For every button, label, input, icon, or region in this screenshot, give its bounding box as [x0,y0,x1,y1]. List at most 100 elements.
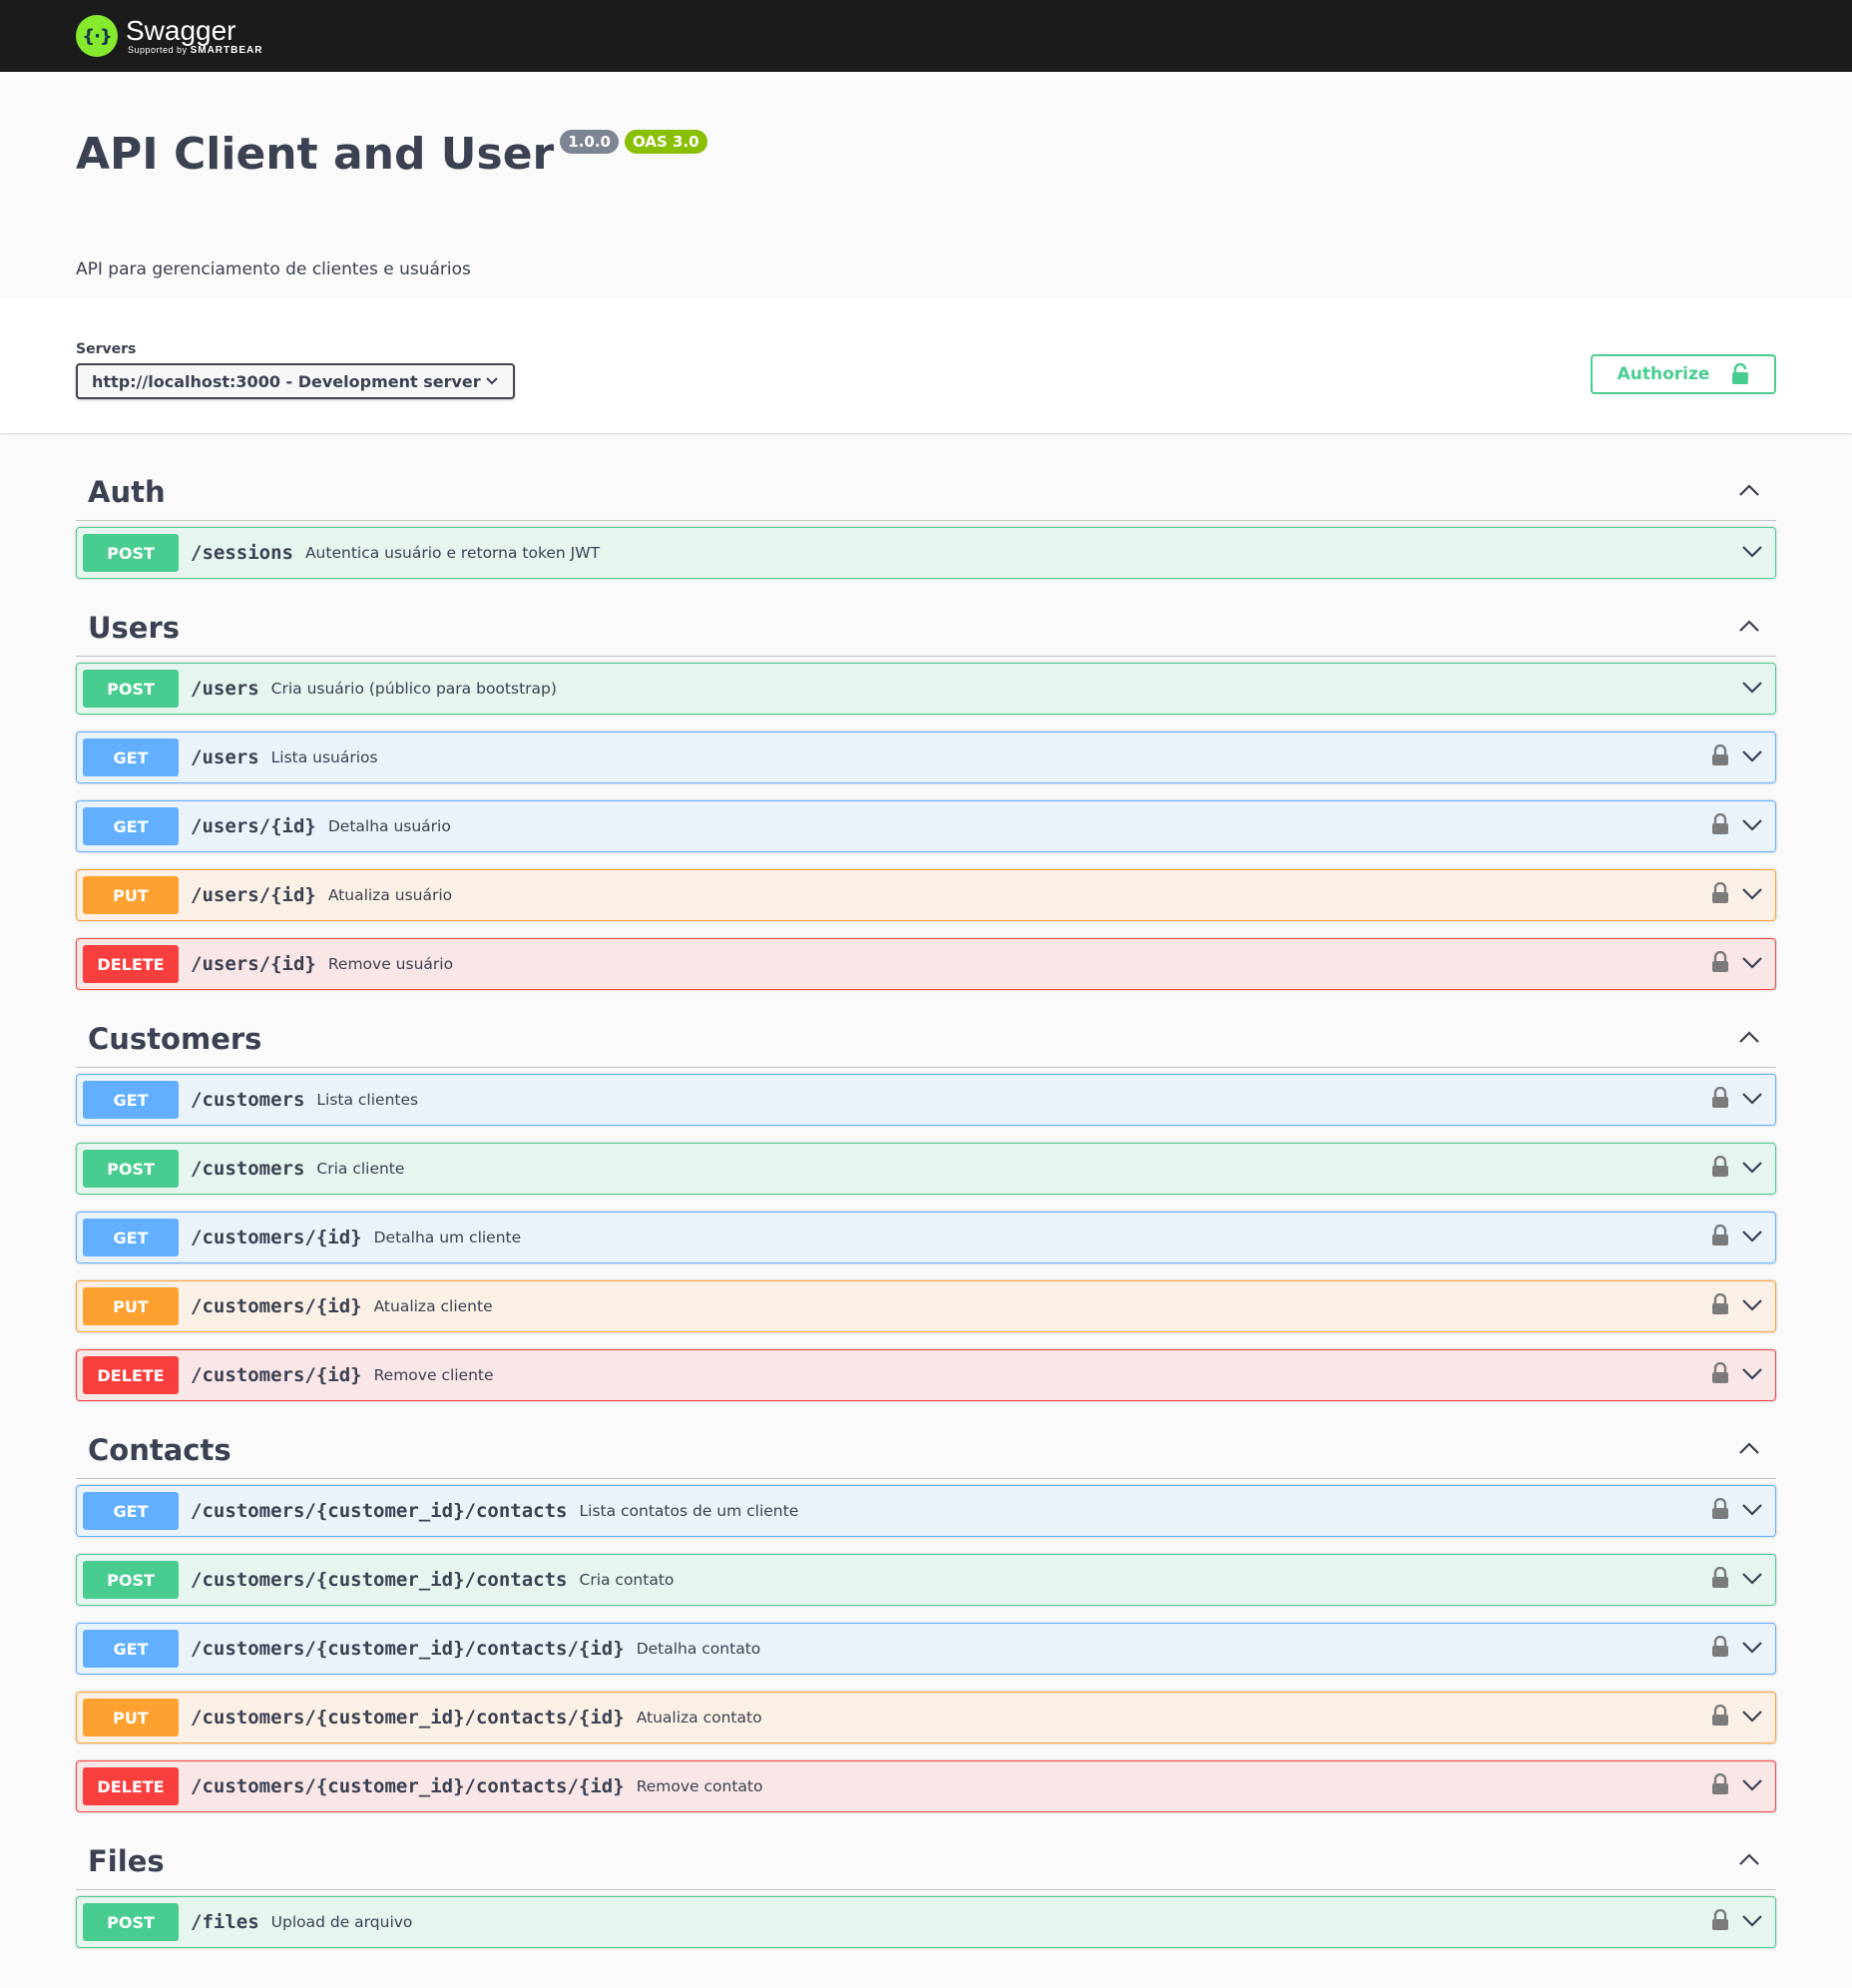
operation-row[interactable]: DELETE/customers/{id} Remove cliente [76,1349,1776,1401]
method-badge-post: POST [83,1561,179,1599]
method-badge-put: PUT [83,876,179,914]
chevron-down-icon[interactable] [1741,1640,1763,1659]
servers-selected-value: http://localhost:3000 - Development serv… [92,371,481,391]
operation-summary: Remove usuário [327,955,454,973]
tag-header-customers[interactable]: Customers [76,1010,1776,1068]
swagger-logo-link[interactable]: {·} Swagger Supported by SMARTBEAR [76,15,262,57]
method-badge-put: PUT [83,1287,179,1325]
operation-row[interactable]: GET/users/{id} Detalha usuário [76,800,1776,852]
operation-summary: Detalha um cliente [373,1229,522,1246]
chevron-down-icon[interactable] [1741,1709,1763,1728]
lock-icon[interactable] [1711,950,1729,977]
chevron-up-icon[interactable] [1738,1440,1760,1459]
chevron-up-icon[interactable] [1738,1851,1760,1870]
operation-path: /customers/{customer_id}/contacts [191,1500,568,1522]
operation-row[interactable]: GET/users Lista usuários [76,732,1776,783]
operation-row[interactable]: DELETE/users/{id} Remove usuário [76,938,1776,990]
operation-row[interactable]: GET/customers Lista clientes [76,1074,1776,1126]
operation-row[interactable]: GET/customers/{id} Detalha um cliente [76,1212,1776,1263]
method-badge-post: POST [83,1903,179,1941]
lock-icon[interactable] [1711,812,1729,839]
chevron-down-icon[interactable] [1741,1366,1763,1385]
operation-summary: Remove cliente [373,1366,494,1384]
chevron-down-icon[interactable] [1741,1229,1763,1247]
chevron-down-icon[interactable] [1741,817,1763,836]
lock-icon[interactable] [1711,1772,1729,1799]
operation-icons [1711,1772,1763,1799]
operation-path: /customers/{customer_id}/contacts/{id} [191,1775,625,1797]
lock-icon[interactable] [1711,1155,1729,1182]
lock-icon[interactable] [1711,744,1729,770]
operation-row[interactable]: GET/customers/{customer_id}/contacts/{id… [76,1623,1776,1675]
tag-name: Customers [88,1021,262,1056]
operation-row[interactable]: PUT/customers/{customer_id}/contacts/{id… [76,1692,1776,1743]
operation-path: /users/{id} [191,884,316,906]
lock-icon[interactable] [1711,1908,1729,1935]
chevron-down-icon[interactable] [1741,544,1763,563]
method-badge-get: GET [83,739,179,776]
lock-icon[interactable] [1711,1292,1729,1319]
lock-icon[interactable] [1711,1361,1729,1388]
lock-icon[interactable] [1711,1635,1729,1662]
chevron-down-icon[interactable] [1741,1571,1763,1590]
operation-icons [1711,1908,1763,1935]
tag-header-auth[interactable]: Auth [76,463,1776,521]
operation-row[interactable]: POST/users Cria usuário (público para boo… [76,663,1776,715]
lock-icon[interactable] [1711,1566,1729,1593]
authorize-button[interactable]: Authorize [1591,354,1776,394]
operation-icons [1711,1635,1763,1662]
operation-row[interactable]: PUT/users/{id} Atualiza usuário [76,869,1776,921]
chevron-down-icon[interactable] [1741,886,1763,905]
operation-summary: Cria usuário (público para bootstrap) [270,680,557,698]
operation-row[interactable]: POST/customers Cria cliente [76,1143,1776,1195]
chevron-down-icon[interactable] [1741,955,1763,974]
swagger-logo-icon: {·} [76,15,118,57]
lock-icon[interactable] [1711,1704,1729,1731]
method-badge-get: GET [83,1492,179,1530]
operation-summary: Lista usuários [270,748,378,766]
method-badge-get: GET [83,1630,179,1668]
operation-row[interactable]: DELETE/customers/{customer_id}/contacts/… [76,1760,1776,1812]
version-badge: 1.0.0 [560,130,619,154]
servers-select[interactable]: http://localhost:3000 - Development serv… [76,363,515,399]
chevron-up-icon[interactable] [1738,1029,1760,1048]
operation-row[interactable]: POST/customers/{customer_id}/contacts Cri… [76,1554,1776,1606]
tag-header-users[interactable]: Users [76,599,1776,657]
chevron-down-icon[interactable] [1741,1502,1763,1521]
lock-icon[interactable] [1711,1497,1729,1524]
tag-section-auth: Auth POST/sessions Autentica usuário e ret… [76,463,1776,579]
tag-name: Users [88,610,181,645]
operation-icons [1711,1566,1763,1593]
operation-row[interactable]: GET/customers/{customer_id}/contacts List… [76,1485,1776,1537]
operation-icons [1711,1155,1763,1182]
info-section: API Client and User 1.0.0 OAS 3.0 API pa… [0,72,1852,297]
operation-summary: Lista clientes [316,1091,419,1109]
chevron-down-icon[interactable] [1741,748,1763,767]
lock-icon[interactable] [1711,881,1729,908]
operation-row[interactable]: POST/files Upload de arquivo [76,1896,1776,1948]
chevron-up-icon[interactable] [1738,482,1760,501]
api-description: API para gerenciamento de clientes e usu… [76,259,471,279]
chevron-down-icon[interactable] [1741,1777,1763,1796]
operation-row[interactable]: POST/sessions Autentica usuário e retorna… [76,527,1776,579]
chevron-down-icon[interactable] [1741,1160,1763,1179]
lock-icon[interactable] [1711,1224,1729,1250]
operation-summary: Detalha contato [636,1640,761,1658]
operation-row[interactable]: PUT/customers/{id} Atualiza cliente [76,1280,1776,1332]
lock-icon[interactable] [1711,1086,1729,1113]
scheme-container: Servers http://localhost:3000 - Developm… [0,297,1852,433]
operation-icons [1711,812,1763,839]
chevron-down-icon[interactable] [1741,1091,1763,1110]
method-badge-get: GET [83,1081,179,1119]
operation-icons [1711,950,1763,977]
tag-header-files[interactable]: Files [76,1832,1776,1890]
chevron-down-icon[interactable] [1741,1297,1763,1316]
operation-icons [1711,1704,1763,1731]
chevron-up-icon[interactable] [1738,618,1760,637]
operation-icons [1711,1224,1763,1250]
method-badge-get: GET [83,807,179,845]
tag-name: Contacts [88,1432,232,1467]
chevron-down-icon[interactable] [1741,1913,1763,1932]
tag-header-contacts[interactable]: Contacts [76,1421,1776,1479]
chevron-down-icon[interactable] [1741,680,1763,699]
